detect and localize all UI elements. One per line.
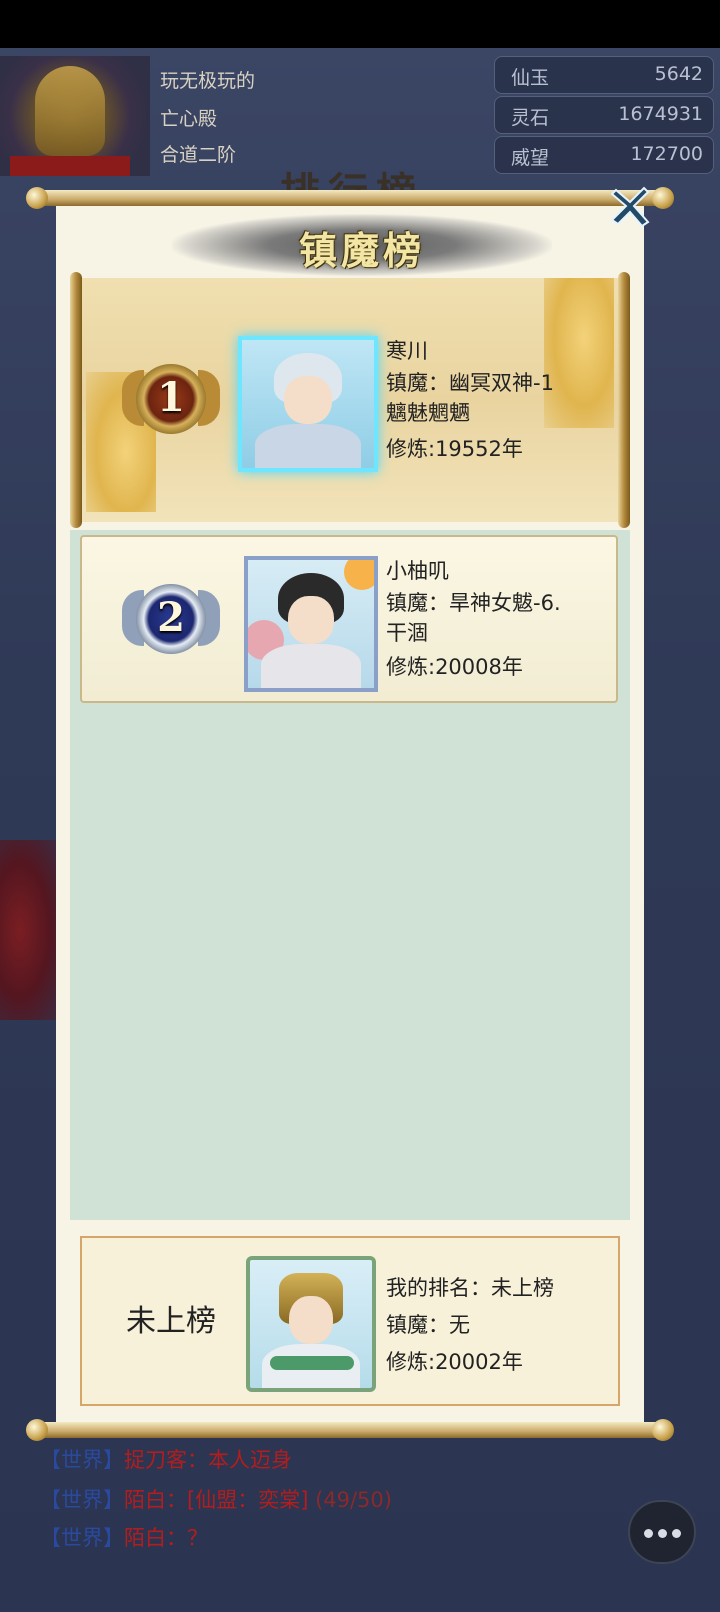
rod-knob-icon <box>26 187 48 209</box>
my-rank-label: 我的排名：未上榜 <box>386 1276 554 1300</box>
entry-suppress: 镇魔：幽冥双神-1 <box>386 371 554 395</box>
scroll-rod <box>618 272 630 528</box>
panel-title: 镇魔榜 <box>298 228 425 273</box>
chat-channel: 【世界】 <box>40 1488 124 1512</box>
my-portrait[interactable] <box>246 1256 376 1392</box>
entry-name: 小柚叽 <box>386 559 449 583</box>
chat-text: 本人迈身 <box>208 1448 292 1472</box>
panel-title-banner: 镇魔榜 <box>172 214 552 276</box>
chat-line[interactable]: 【世界】陌白：？ <box>40 1522 208 1552</box>
chat-bubble-icon[interactable] <box>628 1500 696 1564</box>
resource-xianyu: 仙玉 5642 <box>494 56 714 94</box>
golden-mask-icon <box>35 66 105 156</box>
chat-text: ？ <box>187 1526 208 1550</box>
jade-sash-decoration <box>270 1356 354 1370</box>
my-suppress: 镇魔：无 <box>386 1313 470 1337</box>
entry-cultivation: 修炼:20008年 <box>386 655 523 679</box>
resource-weiwang: 威望 172700 <box>494 136 714 174</box>
rank-medal-icon: 2 <box>122 576 220 662</box>
player-sect: 亡心殿 <box>160 108 218 130</box>
rod-knob-icon <box>652 1419 674 1441</box>
player-realm: 合道二阶 <box>160 144 237 166</box>
resource-label: 仙玉 <box>511 67 550 89</box>
scroll-rod <box>70 272 82 528</box>
close-icon[interactable] <box>604 180 656 232</box>
entry-cultivation: 修炼:19552年 <box>386 437 523 461</box>
resource-label: 威望 <box>511 147 550 169</box>
my-rank-info: 我的排名：未上榜 镇魔：无 修炼:20002年 <box>386 1270 554 1381</box>
entry-suppress-cont: 干涸 <box>386 621 428 645</box>
scroll-bottom-rod <box>26 1419 674 1441</box>
player-avatar[interactable] <box>0 56 150 176</box>
rank-entry-info: 小柚叽 镇魔：旱神女魃-6. 干涸 修炼:20008年 <box>386 556 561 682</box>
chat-line[interactable]: 【世界】陌白：[仙盟：奕棠] (49/50) <box>40 1484 392 1514</box>
chat-channel: 【世界】 <box>40 1448 124 1472</box>
rank-number: 1 <box>157 374 185 421</box>
player-name: 玩无极玩的 <box>160 70 256 92</box>
player-portrait[interactable] <box>244 556 378 692</box>
status-bar <box>0 0 720 48</box>
entry-suppress-cont: 魑魅魍魉 <box>386 401 470 425</box>
chat-line[interactable]: 【世界】捉刀客：本人迈身 <box>40 1444 292 1474</box>
resource-value: 5642 <box>654 63 703 85</box>
chat-extra: (49/50) <box>308 1488 392 1512</box>
phoenix-decoration <box>544 278 614 428</box>
entry-suppress: 镇魔：旱神女魃-6. <box>386 591 561 615</box>
rod-knob-icon <box>26 1419 48 1441</box>
my-rank-text: 未上榜 <box>126 1304 216 1339</box>
chat-speaker[interactable]: 捉刀客： <box>124 1448 208 1472</box>
scroll-top-rod <box>26 187 674 209</box>
robe-decoration <box>10 156 130 176</box>
moon-decoration <box>344 560 374 590</box>
resource-label: 灵石 <box>511 107 550 129</box>
rank-entry-info: 寒川 镇魔：幽冥双神-1 魑魅魍魉 修炼:19552年 <box>386 336 554 464</box>
dragon-decoration <box>0 840 60 1020</box>
entry-name: 寒川 <box>386 339 428 363</box>
chat-speaker[interactable]: 陌白： <box>124 1526 187 1550</box>
rank-medal-icon: 1 <box>122 356 220 442</box>
my-cultivation: 修炼:20002年 <box>386 1350 523 1374</box>
player-portrait[interactable] <box>238 336 378 472</box>
chat-channel: 【世界】 <box>40 1526 124 1550</box>
rank-number: 2 <box>157 594 185 641</box>
resource-lingshi: 灵石 1674931 <box>494 96 714 134</box>
chat-speaker[interactable]: 陌白： <box>124 1488 187 1512</box>
resource-value: 1674931 <box>618 103 703 125</box>
chat-text: [仙盟：奕棠] <box>187 1488 309 1512</box>
resource-value: 172700 <box>630 143 703 165</box>
